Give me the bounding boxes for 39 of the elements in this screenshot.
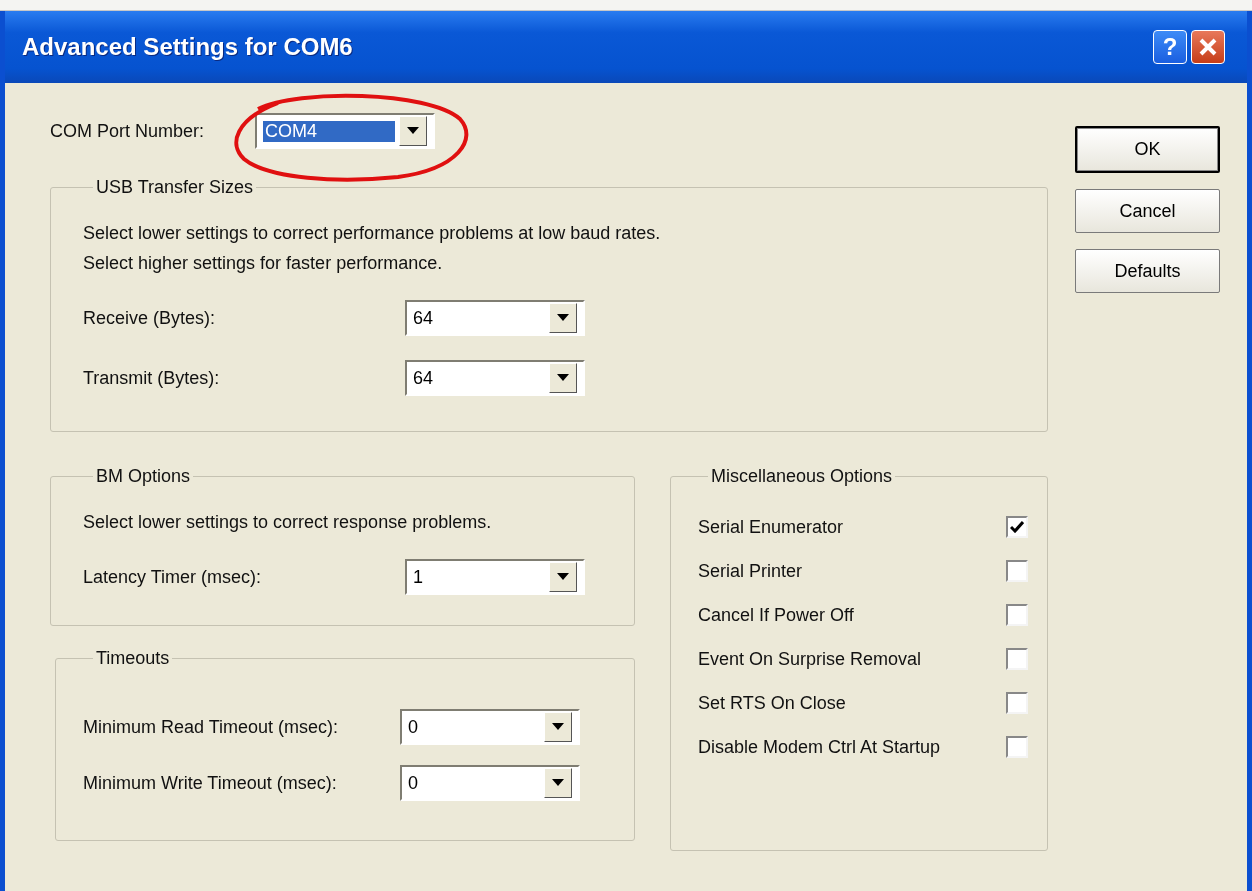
dialog-button[interactable]: Defaults	[1075, 249, 1220, 293]
field-label: Receive (Bytes):	[83, 307, 217, 329]
group-title: Miscellaneous Options	[710, 466, 894, 487]
window-title: Advanced Settings for COM6	[22, 33, 354, 61]
checkbox[interactable]	[1006, 560, 1028, 582]
dialog-button[interactable]: OK	[1075, 126, 1220, 173]
checkbox[interactable]	[1006, 648, 1028, 670]
checkbox-label: Set RTS On Close	[698, 692, 847, 714]
checkbox[interactable]	[1006, 736, 1028, 758]
dropdown[interactable]: 64	[405, 300, 585, 336]
dropdown[interactable]: 64	[405, 360, 585, 396]
group-title: Timeouts	[95, 648, 171, 669]
checkbox[interactable]	[1006, 516, 1028, 538]
field-label: Transmit (Bytes):	[83, 367, 221, 389]
field-label: COM Port Number:	[50, 120, 206, 142]
checkbox-label: Serial Printer	[698, 560, 804, 582]
group-title: BM Options	[95, 466, 192, 487]
dropdown[interactable]: 1	[405, 559, 585, 595]
help-button[interactable]: ?	[1153, 30, 1187, 64]
checkbox-label: Event On Surprise Removal	[698, 648, 923, 670]
checkbox[interactable]	[1006, 692, 1028, 714]
description-text: Select higher settings for faster performance.	[83, 252, 444, 275]
field-label: Minimum Read Timeout (msec):	[83, 716, 340, 738]
description-text: Select lower settings to correct performance problems at low baud rates.	[83, 222, 662, 245]
checkbox[interactable]	[1006, 604, 1028, 626]
dialog-button[interactable]: Cancel	[1075, 189, 1220, 233]
checkbox-label: Disable Modem Ctrl At Startup	[698, 736, 942, 758]
check-icon	[1010, 521, 1024, 533]
checkbox-label: Cancel If Power Off	[698, 604, 855, 626]
close-icon	[1198, 37, 1218, 57]
dropdown[interactable]: 0	[400, 765, 580, 801]
close-button[interactable]	[1191, 30, 1225, 64]
field-label: Latency Timer (msec):	[83, 566, 263, 588]
dropdown[interactable]: COM4	[255, 113, 435, 149]
description-text: Select lower settings to correct response problems.	[83, 511, 493, 534]
field-label: Minimum Write Timeout (msec):	[83, 772, 338, 794]
dropdown[interactable]: 0	[400, 709, 580, 745]
checkbox-label: Serial Enumerator	[698, 516, 845, 538]
group-title: USB Transfer Sizes	[95, 177, 255, 198]
